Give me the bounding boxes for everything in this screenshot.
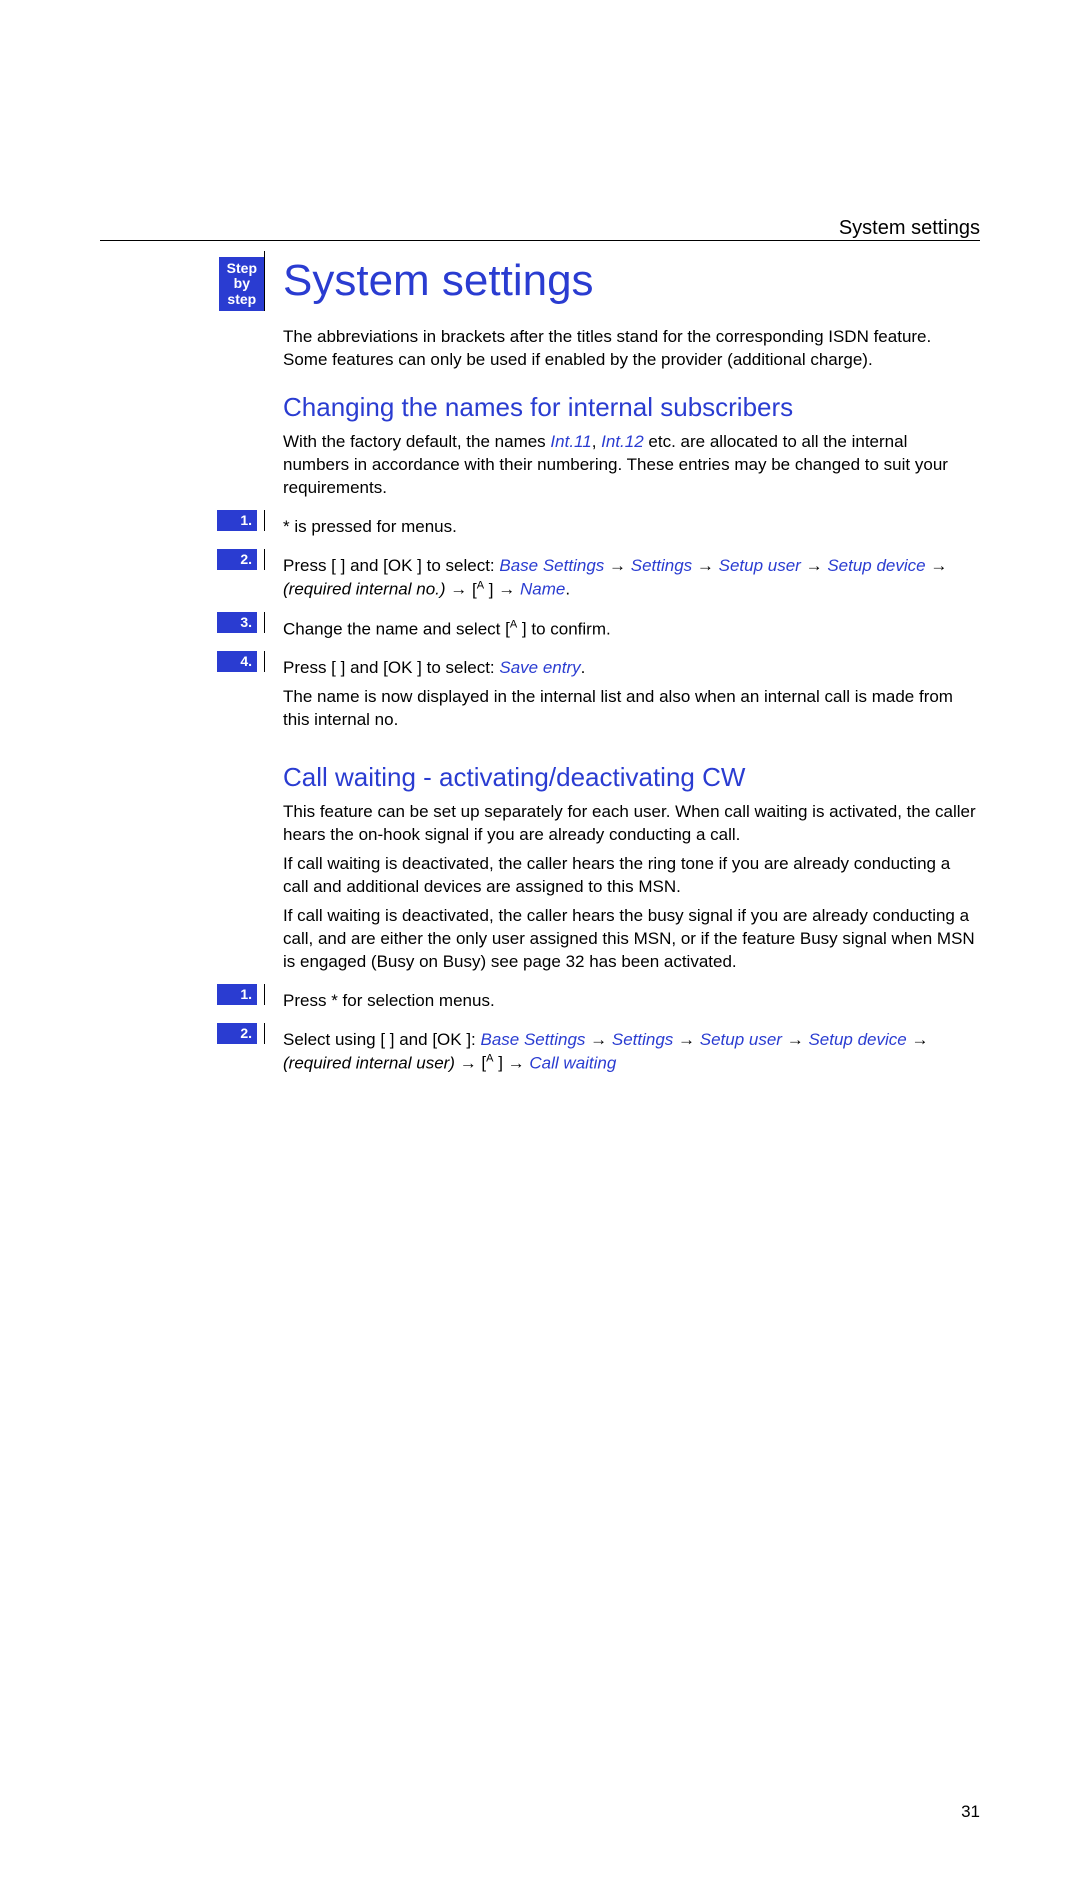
sec2-p3: If call waiting is deactivated, the call… [283,905,976,974]
arrow-icon: → [782,1030,808,1049]
step-text: Press [ ] and [OK ] to select: Base Sett… [283,555,976,602]
step-text: * is pressed for menus. [283,516,976,539]
left-gutter: Step by step [100,251,265,311]
page-number: 31 [100,1801,980,1824]
sec2-p2: If call waiting is deactivated, the call… [283,853,976,899]
arrow-icon: → [604,556,630,575]
page: System settings Step by step System sett… [0,0,1080,1884]
arrow-icon: → [446,580,472,599]
step-row: 1. Press * for selection menus. [100,984,980,1019]
content: System settings The abbreviations in bra… [283,251,980,506]
step-text: Change the name and select [A ] to confi… [283,618,976,642]
section2-steps: 1. Press * for selection menus. 2. Select u… [100,984,980,1081]
sec1-pre: With the factory default, the names [283,432,550,451]
italic-text: (required internal user) [283,1053,455,1072]
arrow-icon: → [585,1030,611,1049]
sec1-sep: , [592,432,601,451]
page-title: System settings [283,251,976,310]
menu-link[interactable]: Name [520,580,565,599]
step-number-badge: 2. [217,549,257,570]
link-int11[interactable]: Int.11 [550,432,591,451]
link-int12[interactable]: Int.12 [601,432,644,451]
menu-link[interactable]: Save entry [499,658,580,677]
section1-intro: With the factory default, the names Int.… [283,431,976,500]
arrow-icon: → [673,1030,699,1049]
menu-link[interactable]: Settings [631,556,692,575]
title-row: Step by step System settings The abbrevi… [100,251,980,506]
caret-icon: [A ] [481,1053,503,1072]
step-row: 1. * is pressed for menus. [100,510,980,545]
menu-link[interactable]: Setup user [719,556,801,575]
step-text: Press * for selection menus. [283,990,976,1013]
step-number-badge: 1. [217,510,257,531]
step-row: 2. Select using [ ] and [OK ]: Base Setti… [100,1023,980,1082]
step-row: 3. Change the name and select [A ] to con… [100,612,980,648]
step-text: Select using [ ] and [OK ]: Base Setting… [283,1029,976,1076]
step-line-2: by [234,275,250,291]
running-header: System settings [839,215,980,242]
step-number-badge: 3. [217,612,257,633]
step-line-3: step [227,291,256,307]
arrow-icon: → [926,556,948,575]
section2-wrap: Call waiting - activating/deactivating C… [100,742,980,980]
step-line-1: Step [227,260,257,276]
arrow-icon: → [494,580,520,599]
step-row: 4. Press [ ] and [OK ] to select: Save en… [100,651,980,738]
menu-link[interactable]: Setup device [808,1030,906,1049]
intro-paragraph: The abbreviations in brackets after the … [283,326,976,372]
star-icon: * [283,517,290,536]
section1-steps: 1. * is pressed for menus. 2. Press [ ] and… [100,510,980,738]
star-icon: * [331,991,338,1010]
step-number-badge: 4. [217,651,257,672]
menu-link[interactable]: Settings [612,1030,673,1049]
caret-icon: [A ] [472,580,494,599]
section1-heading: Changing the names for internal subscrib… [283,390,976,425]
menu-link[interactable]: Call waiting [529,1053,616,1072]
step-number-badge: 1. [217,984,257,1005]
caret-icon: [A ] [505,619,527,638]
italic-text: (required internal no.) [283,580,446,599]
sec2-p1: This feature can be set up separately fo… [283,801,976,847]
arrow-icon: → [801,556,827,575]
arrow-icon: → [907,1030,929,1049]
arrow-icon: → [503,1053,529,1072]
step-tail: The name is now displayed in the interna… [283,686,976,732]
menu-link[interactable]: Setup user [700,1030,782,1049]
step-text: Press [ ] and [OK ] to select: Save entr… [283,657,976,680]
step-row: 2. Press [ ] and [OK ] to select: Base Se… [100,549,980,608]
menu-link[interactable]: Setup device [827,556,925,575]
menu-link[interactable]: Base Settings [499,556,604,575]
menu-link[interactable]: Base Settings [481,1030,586,1049]
arrow-icon: → [692,556,718,575]
step-by-step-box: Step by step [219,257,265,311]
arrow-icon: → [455,1053,481,1072]
section2-heading: Call waiting - activating/deactivating C… [283,760,976,795]
step-number-badge: 2. [217,1023,257,1044]
